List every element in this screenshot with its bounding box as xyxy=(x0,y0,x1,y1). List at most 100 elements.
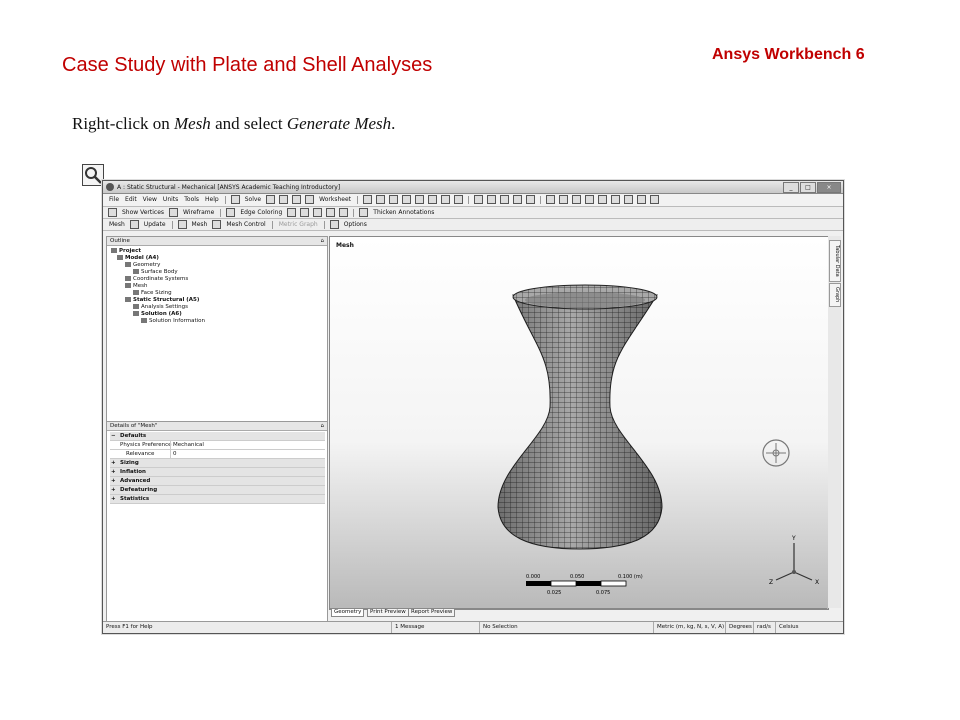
view-icon[interactable] xyxy=(636,195,646,204)
magnifier-icon[interactable] xyxy=(82,164,104,186)
select-icon[interactable] xyxy=(401,195,411,204)
tree-item-coordinate-systems[interactable]: Coordinate Systems xyxy=(125,276,188,283)
tab-graph[interactable]: Graph xyxy=(829,283,841,307)
toolbar-icon[interactable] xyxy=(266,195,276,204)
mesh-icon xyxy=(177,220,187,229)
scale-tick-3: 0.025 xyxy=(547,590,561,596)
worksheet-button[interactable]: Worksheet xyxy=(317,195,353,205)
menu-file[interactable]: File xyxy=(107,195,121,205)
rotate-icon[interactable] xyxy=(473,195,483,204)
window-title: A : Static Structural - Mechanical [ANSY… xyxy=(117,184,341,191)
details-row-physics-preference[interactable]: Physics Preference Mechanical xyxy=(110,441,325,450)
scale-tick-0: 0.000 xyxy=(526,574,540,580)
toolbar-icon[interactable] xyxy=(279,195,289,204)
axis-y-label: Y xyxy=(791,535,796,542)
view-icon[interactable] xyxy=(571,195,581,204)
edge-icon[interactable] xyxy=(339,208,349,217)
toolbar-icon[interactable] xyxy=(305,195,315,204)
tree-item-face-sizing[interactable]: Face Sizing xyxy=(133,290,172,297)
tree-item-surface-body[interactable]: Surface Body xyxy=(133,269,178,276)
options-button[interactable]: Options xyxy=(342,220,369,230)
tree-item-analysis-settings[interactable]: Analysis Settings xyxy=(133,304,188,311)
pin-icon[interactable]: ⌂ xyxy=(321,422,325,430)
details-group-sizing[interactable]: + Sizing xyxy=(110,459,325,468)
select-icon[interactable] xyxy=(362,195,372,204)
tab-geometry[interactable]: Geometry xyxy=(331,609,365,617)
menu-help[interactable]: Help xyxy=(203,195,221,205)
wireframe-button[interactable]: Wireframe xyxy=(181,208,216,218)
view-icon[interactable] xyxy=(558,195,568,204)
metric-graph-button[interactable]: Metric Graph xyxy=(277,220,320,230)
select-icon[interactable] xyxy=(427,195,437,204)
details-panel: Details of "Mesh" ⌂ − Defaults Physics Pre… xyxy=(106,421,328,623)
details-group-statistics[interactable]: + Statistics xyxy=(110,495,325,504)
details-row-relevance[interactable]: Relevance 0 xyxy=(110,450,325,459)
status-rate-units[interactable]: rad/s xyxy=(753,622,771,633)
pin-icon[interactable]: ⌂ xyxy=(321,237,325,245)
wireframe-icon xyxy=(169,208,179,217)
menu-edit[interactable]: Edit xyxy=(123,195,139,205)
menu-tools[interactable]: Tools xyxy=(182,195,201,205)
zoom-icon[interactable] xyxy=(499,195,509,204)
view-icon[interactable] xyxy=(545,195,555,204)
select-icon[interactable] xyxy=(453,195,463,204)
menu-view[interactable]: View xyxy=(141,195,159,205)
tree-item-static-structural[interactable]: Static Structural (A5) xyxy=(125,297,199,304)
scale-tick-1: 0.050 xyxy=(570,574,584,580)
tab-print-preview[interactable]: Print Preview xyxy=(367,609,409,617)
vertices-icon xyxy=(108,208,117,217)
show-vertices-button[interactable]: Show Vertices xyxy=(120,208,166,218)
view-icon[interactable] xyxy=(649,195,659,204)
tree-item-geometry[interactable]: Geometry xyxy=(125,262,160,269)
tree-item-project[interactable]: Project xyxy=(111,248,141,255)
mesh-control-button[interactable]: Mesh Control xyxy=(224,220,267,230)
zoom-box-icon[interactable] xyxy=(512,195,522,204)
edge-icon[interactable] xyxy=(326,208,336,217)
edge-icon[interactable] xyxy=(313,208,323,217)
zoom-fit-icon[interactable] xyxy=(525,195,535,204)
view-icon[interactable] xyxy=(610,195,620,204)
mesh-menu-button[interactable]: Mesh xyxy=(190,220,210,230)
select-icon[interactable] xyxy=(375,195,385,204)
slide-brand: Ansys Workbench 6 xyxy=(712,46,865,63)
toolbar-icon[interactable] xyxy=(292,195,302,204)
bottom-tabs: Geometry Print Preview Report Preview xyxy=(329,608,827,617)
status-help: Press F1 for Help xyxy=(106,624,153,630)
tree-item-solution[interactable]: Solution (A6) xyxy=(133,311,182,318)
status-units[interactable]: Metric (m, kg, N, s, V, A) xyxy=(653,622,724,633)
select-icon[interactable] xyxy=(414,195,424,204)
tree-item-solution-information[interactable]: Solution Information xyxy=(141,318,205,325)
details-group-defeaturing[interactable]: + Defeaturing xyxy=(110,486,325,495)
tab-tabular-data[interactable]: Tabular Data xyxy=(829,240,841,282)
tree-item-model[interactable]: Model (A4) xyxy=(117,255,159,262)
details-group-advanced[interactable]: + Advanced xyxy=(110,477,325,486)
select-icon[interactable] xyxy=(388,195,398,204)
select-icon[interactable] xyxy=(440,195,450,204)
status-angle-units[interactable]: Degrees xyxy=(725,622,752,633)
status-bar: Press F1 for Help 1 Message No Selection… xyxy=(103,621,843,633)
edge-coloring-button[interactable]: Edge Coloring xyxy=(238,208,284,218)
details-group-defaults[interactable]: − Defaults xyxy=(110,432,325,441)
close-button[interactable]: × xyxy=(817,182,841,193)
update-button[interactable]: Update xyxy=(142,220,168,230)
view-icon[interactable] xyxy=(584,195,594,204)
minimize-button[interactable]: _ xyxy=(783,182,799,193)
status-temperature-units[interactable]: Celsius xyxy=(775,622,799,633)
edge-icon[interactable] xyxy=(300,208,310,217)
solve-button[interactable]: Solve xyxy=(243,195,263,205)
outline-header: Outline ⌂ xyxy=(107,237,327,246)
menu-units[interactable]: Units xyxy=(161,195,180,205)
tree-item-mesh[interactable]: Mesh xyxy=(125,283,147,290)
graphics-viewport[interactable]: Mesh 0.000 0.050 0.100 (m) 0.025 0.075 Y… xyxy=(329,236,829,610)
edge-icon[interactable] xyxy=(287,208,297,217)
view-icon[interactable] xyxy=(597,195,607,204)
view-icon[interactable] xyxy=(623,195,633,204)
edge-coloring-icon xyxy=(226,208,236,217)
status-messages[interactable]: 1 Message xyxy=(391,622,424,633)
pan-icon[interactable] xyxy=(486,195,496,204)
details-group-inflation[interactable]: + Inflation xyxy=(110,468,325,477)
maximize-button[interactable]: □ xyxy=(800,182,816,193)
thicken-annotations-button[interactable]: Thicken Annotations xyxy=(371,208,436,218)
tab-report-preview[interactable]: Report Preview xyxy=(408,609,456,617)
solve-icon[interactable] xyxy=(230,195,240,204)
